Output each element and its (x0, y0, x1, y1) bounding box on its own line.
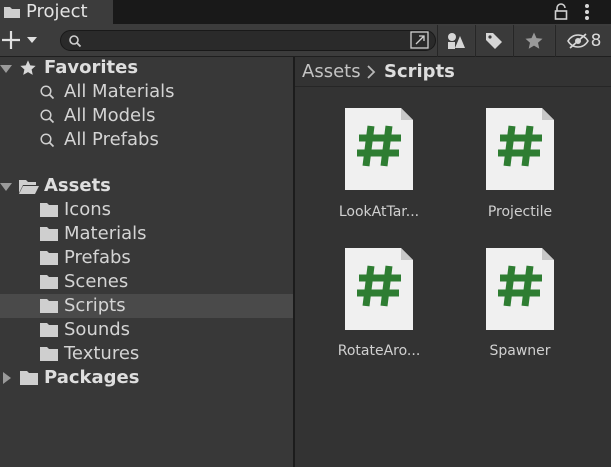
tree-label: Scripts (64, 295, 126, 316)
hidden-packages-button[interactable]: 8 (556, 26, 611, 56)
csharp-script-icon (486, 108, 554, 190)
tree-label: All Materials (64, 81, 175, 102)
tree-label: All Models (64, 105, 156, 126)
create-button[interactable] (0, 27, 44, 53)
file-name: Spawner (489, 343, 551, 359)
tab-title: Project (26, 1, 88, 22)
folder-icon (40, 227, 58, 241)
tree-item-all-models[interactable]: All Models (0, 104, 293, 128)
tree-item-icons[interactable]: Icons (0, 198, 293, 222)
tree-item-textures[interactable]: Textures (0, 342, 293, 366)
shapes-icon (448, 33, 465, 49)
script-file-rotatearound[interactable]: RotateAro... (323, 248, 435, 363)
star-icon (525, 32, 543, 49)
tree-label-favorites: Favorites (44, 57, 139, 78)
folder-icon (40, 203, 58, 217)
filter-by-label-button[interactable] (476, 26, 512, 56)
tree-label: Sounds (64, 319, 131, 340)
plus-icon (2, 31, 37, 49)
folder-icon (40, 275, 58, 289)
hidden-package-count: 8 (590, 31, 602, 51)
script-file-spawner[interactable]: Spawner (464, 248, 576, 363)
folder-icon (20, 371, 38, 385)
folder-icon (40, 323, 58, 337)
search-icon (40, 133, 55, 148)
folder-icon (40, 347, 58, 361)
tree-item-all-materials[interactable]: All Materials (0, 80, 293, 104)
search-icon (40, 85, 55, 100)
more-options-icon[interactable] (577, 2, 597, 22)
eye-slash-icon (566, 33, 589, 49)
tree-label: Prefabs (64, 247, 131, 268)
folder-icon (40, 251, 58, 265)
script-file-lookattarget[interactable]: LookAtTar... (323, 108, 435, 223)
tree-label-packages: Packages (44, 367, 140, 388)
search-icon (40, 109, 55, 124)
script-file-projectile[interactable]: Projectile (464, 108, 576, 223)
tree-item-favorites[interactable]: Favorites (0, 56, 293, 80)
tag-icon (486, 33, 502, 49)
save-search-button[interactable] (514, 26, 554, 56)
folder-icon (3, 4, 21, 20)
folder-icon (40, 299, 58, 313)
tab-project[interactable]: Project (0, 0, 113, 24)
search-input[interactable] (86, 31, 404, 50)
tree-label-assets: Assets (44, 175, 111, 196)
tree-label: Materials (64, 223, 147, 244)
tree-item-prefabs[interactable]: Prefabs (0, 246, 293, 270)
csharp-script-icon (345, 248, 413, 330)
chevron-down-icon (0, 65, 12, 73)
chevron-right-icon (367, 65, 376, 79)
chevron-down-icon (0, 183, 12, 191)
tree-item-materials[interactable]: Materials (0, 222, 293, 246)
chevron-right-icon (3, 372, 11, 384)
tree-item-scenes[interactable]: Scenes (0, 270, 293, 294)
file-name: Projectile (487, 204, 553, 220)
tree-label: Textures (64, 343, 140, 364)
tree-item-all-prefabs[interactable]: All Prefabs (0, 128, 293, 152)
filter-by-type-button[interactable] (438, 26, 474, 56)
tree-item-sounds[interactable]: Sounds (0, 318, 293, 342)
breadcrumb-assets[interactable]: Assets (302, 57, 361, 87)
tree-item-packages[interactable]: Packages (0, 366, 293, 390)
tree-label: Icons (64, 199, 112, 220)
search-icon (68, 33, 82, 48)
breadcrumb-scripts: Scripts (384, 61, 455, 82)
tree-label: Scenes (64, 271, 129, 292)
folder-open-icon (19, 180, 39, 194)
file-name: RotateAro... (337, 343, 421, 359)
lock-icon[interactable] (553, 3, 569, 21)
file-name: LookAtTar... (338, 204, 420, 220)
csharp-script-icon (486, 248, 554, 330)
tree-label: All Prefabs (64, 129, 159, 150)
csharp-script-icon (345, 108, 413, 190)
star-icon (20, 60, 36, 75)
search-by-type-icon[interactable] (408, 30, 432, 51)
tree-item-scripts[interactable]: Scripts (0, 294, 293, 318)
tree-item-assets[interactable]: Assets (0, 174, 293, 198)
